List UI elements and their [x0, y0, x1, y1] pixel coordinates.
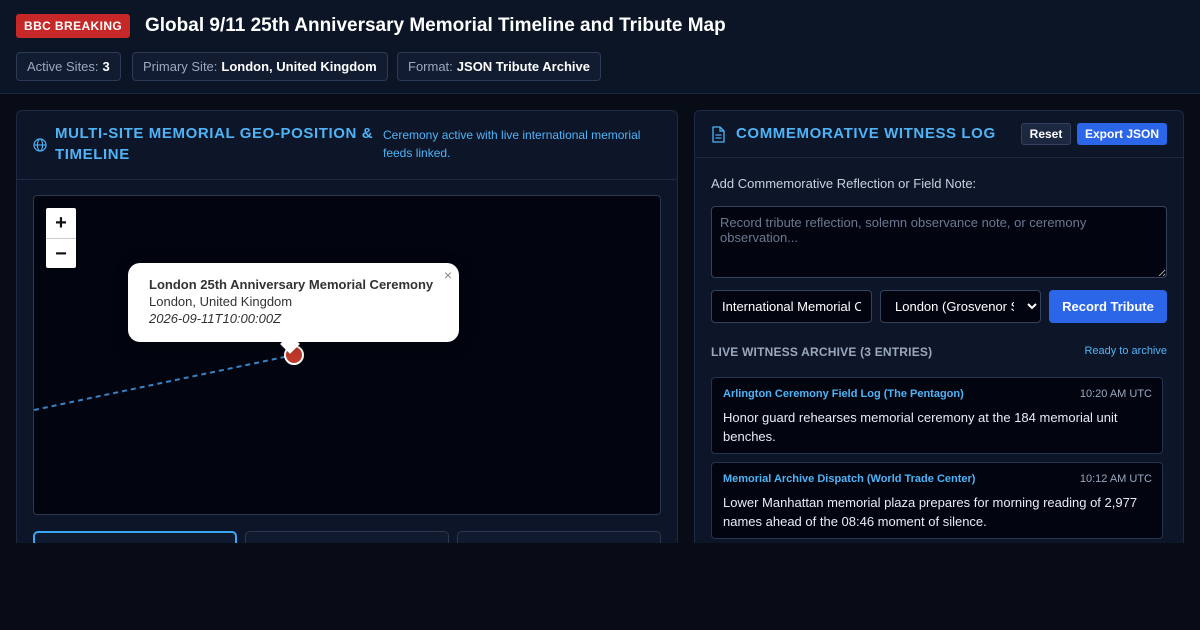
chip-label: Format: — [408, 59, 453, 74]
map-panel-header: MULTI-SITE MEMORIAL GEO-POSITION & TIMEL… — [17, 111, 677, 180]
popup-title: London 25th Anniversary Memorial Ceremon… — [149, 277, 434, 292]
entry-text: Honor guard rehearses memorial ceremony … — [723, 410, 1118, 444]
archive-status: Ready to archive — [1084, 345, 1167, 357]
reflection-textarea[interactable] — [711, 206, 1167, 278]
chip-value: London, United Kingdom — [221, 59, 377, 74]
timeline-cards — [33, 531, 661, 543]
entry-time: 10:20 AM UTC — [1079, 388, 1152, 400]
entry-source: Memorial Archive Dispatch (World Trade C… — [723, 473, 976, 485]
archive-entry: Arlington Ceremony Field Log (The Pentag… — [711, 377, 1163, 454]
chip-label: Active Sites: — [27, 59, 99, 74]
breaking-badge: BBC BREAKING — [16, 14, 131, 38]
chip-label: Primary Site: — [143, 59, 218, 74]
archive-heading: LIVE WITNESS ARCHIVE (3 ENTRIES) — [711, 345, 933, 359]
reflection-label: Add Commemorative Reflection or Field No… — [711, 176, 977, 191]
timeline-card[interactable] — [457, 531, 661, 543]
witness-log-panel: COMMEMORATIVE WITNESS LOG Reset Export J… — [694, 110, 1184, 543]
witness-log-header: COMMEMORATIVE WITNESS LOG Reset Export J… — [695, 111, 1183, 158]
zoom-out-button[interactable]: − — [46, 238, 76, 268]
export-json-button[interactable]: Export JSON — [1077, 123, 1167, 145]
timeline-card[interactable] — [245, 531, 449, 543]
map-panel: MULTI-SITE MEMORIAL GEO-POSITION & TIMEL… — [16, 110, 678, 543]
archive-entry: Memorial Archive Dispatch (World Trade C… — [711, 462, 1163, 539]
chip-active-sites: Active Sites: 3 — [16, 52, 121, 81]
chip-primary-site: Primary Site: London, United Kingdom — [132, 52, 388, 81]
map-status-note: Ceremony active with live international … — [383, 128, 641, 160]
timeline-card-active[interactable] — [33, 531, 237, 543]
chip-value: 3 — [102, 59, 110, 74]
zoom-in-button[interactable]: + — [46, 208, 76, 238]
marker-popup: × London 25th Anniversary Memorial Cerem… — [128, 263, 459, 354]
witness-log-title: COMMEMORATIVE WITNESS LOG — [736, 125, 996, 142]
popup-timestamp: 2026-09-11T10:00:00Z — [149, 311, 282, 326]
reset-button[interactable]: Reset — [1021, 123, 1071, 145]
globe-icon — [33, 138, 47, 152]
entry-source: Arlington Ceremony Field Log (The Pentag… — [723, 388, 964, 400]
zoom-control: + − — [46, 208, 76, 268]
chip-value: JSON Tribute Archive — [456, 59, 590, 74]
document-icon — [712, 126, 725, 143]
entry-time: 10:12 AM UTC — [1079, 473, 1152, 485]
route-line — [34, 355, 290, 411]
site-select[interactable]: London (Grosvenor Square) — [880, 290, 1041, 323]
popup-close-icon[interactable]: × — [444, 267, 452, 283]
popup-location: London, United Kingdom — [149, 294, 293, 309]
source-input[interactable] — [711, 290, 872, 323]
map-panel-title: MULTI-SITE MEMORIAL GEO-POSITION & TIMEL… — [55, 125, 374, 163]
entry-text: Lower Manhattan memorial plaza prepares … — [723, 495, 1138, 529]
map-overlay — [34, 345, 304, 411]
memorial-map[interactable]: + − × London 25th Anniversary Memorial C… — [33, 195, 661, 515]
record-tribute-button[interactable]: Record Tribute — [1049, 290, 1167, 323]
top-header: BBC BREAKING Global 9/11 25th Anniversar… — [0, 0, 1200, 94]
chip-format: Format: JSON Tribute Archive — [397, 52, 601, 81]
page-title: Global 9/11 25th Anniversary Memorial Ti… — [145, 15, 726, 36]
